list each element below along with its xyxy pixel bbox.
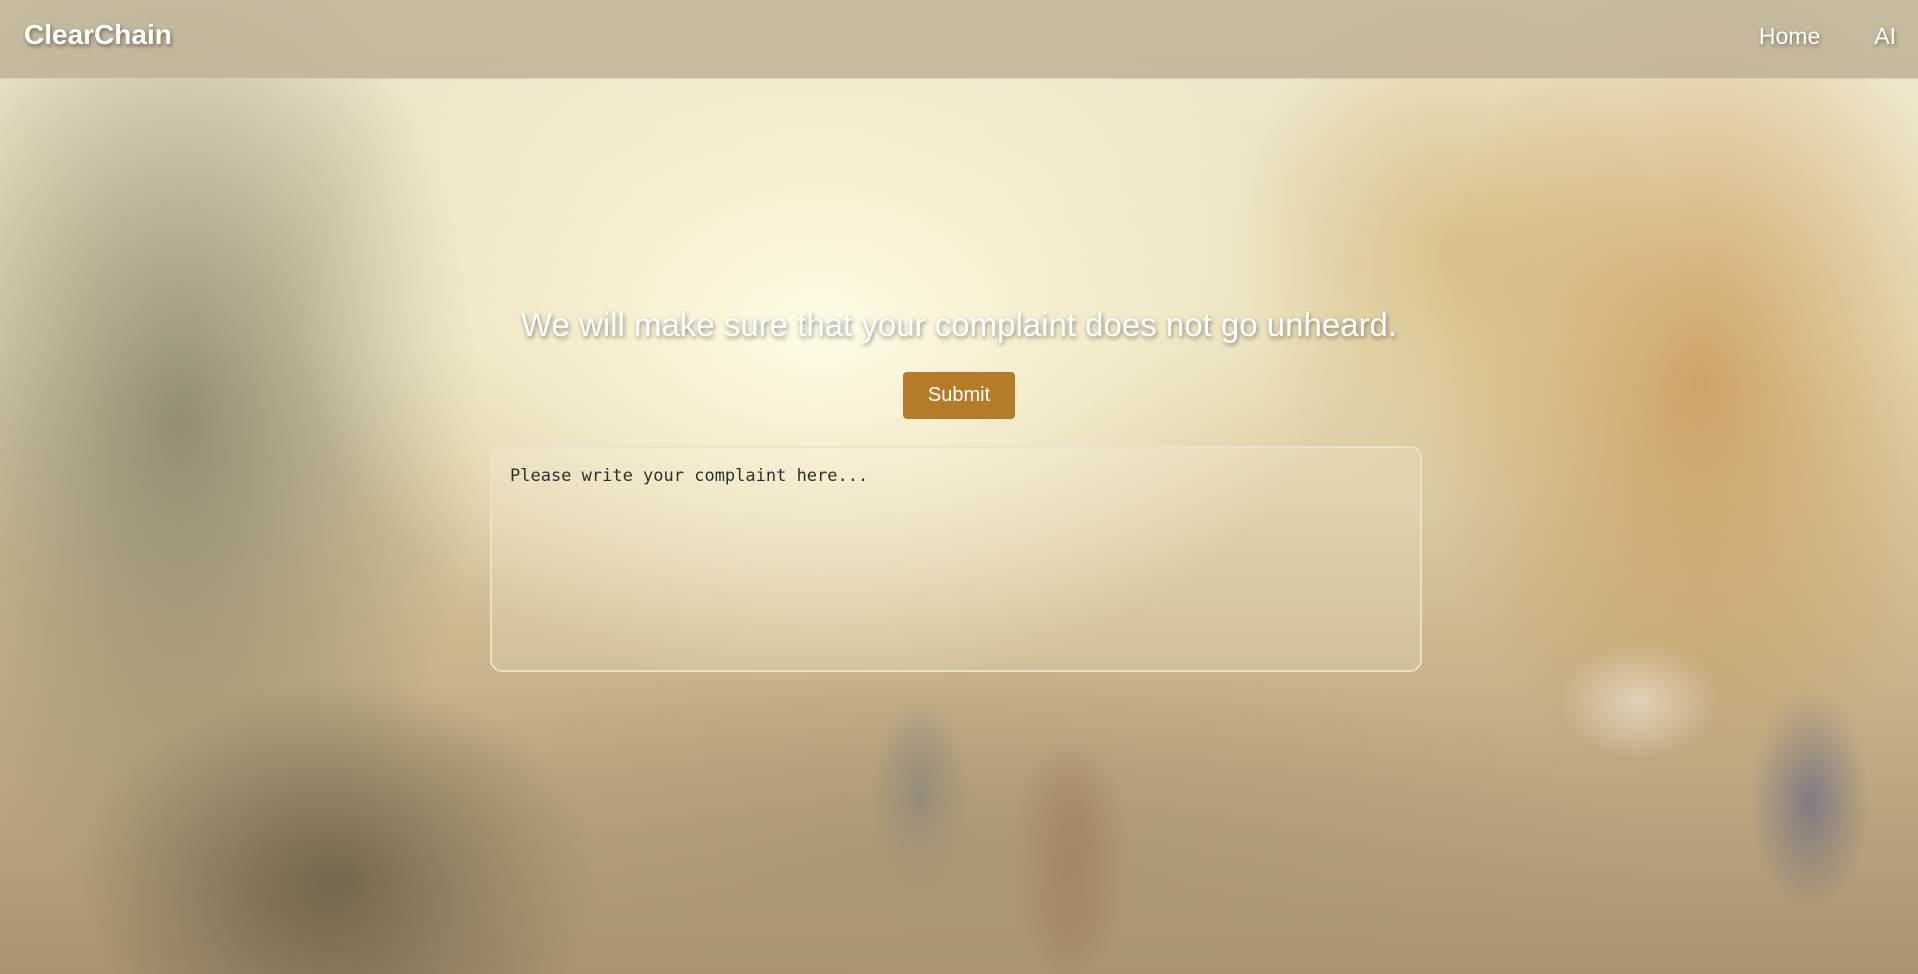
page: ClearChain Home AI We will make sure tha… — [0, 0, 1918, 974]
brand-logo[interactable]: ClearChain — [24, 19, 172, 51]
top-navbar: ClearChain Home AI — [0, 0, 1918, 79]
complaint-textarea[interactable] — [490, 446, 1422, 672]
nav-link-home[interactable]: Home — [1759, 23, 1820, 50]
nav-link-ai[interactable]: AI — [1874, 23, 1896, 50]
nav-links: Home AI — [1759, 23, 1896, 50]
page-headline: We will make sure that your complaint do… — [520, 306, 1398, 343]
submit-button[interactable]: Submit — [903, 372, 1015, 419]
